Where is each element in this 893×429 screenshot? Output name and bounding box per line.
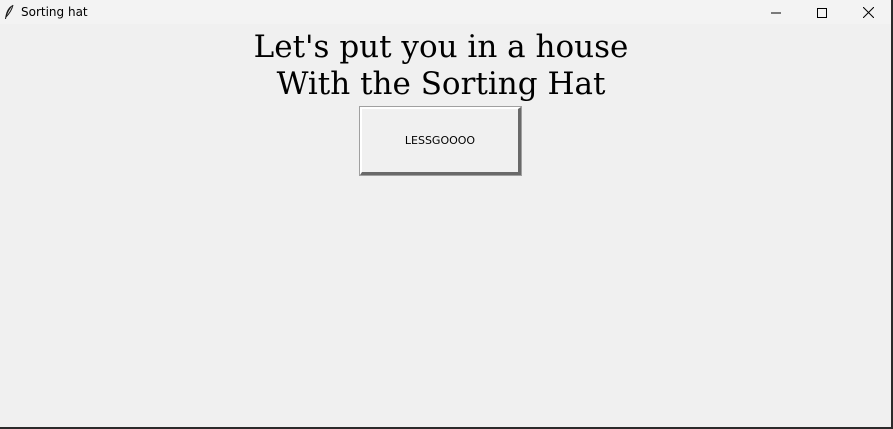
feather-icon: [3, 4, 15, 20]
heading-line-1: Let's put you in a house: [253, 29, 629, 65]
main-content: Let's put you in a house With the Sortin…: [0, 24, 891, 427]
maximize-icon: [817, 3, 827, 22]
minimize-button[interactable]: [753, 0, 799, 24]
title-bar[interactable]: Sorting hat: [0, 0, 891, 24]
maximize-button[interactable]: [799, 0, 845, 24]
window-title: Sorting hat: [21, 5, 88, 19]
lessgoooo-button[interactable]: LESSGOOOO: [359, 106, 522, 176]
app-window: Sorting hat Let's put you in a house Wit…: [0, 0, 893, 429]
close-button[interactable]: [845, 0, 891, 24]
close-icon: [862, 3, 874, 22]
minimize-icon: [771, 3, 781, 22]
heading-line-2: With the Sorting Hat: [276, 66, 606, 102]
